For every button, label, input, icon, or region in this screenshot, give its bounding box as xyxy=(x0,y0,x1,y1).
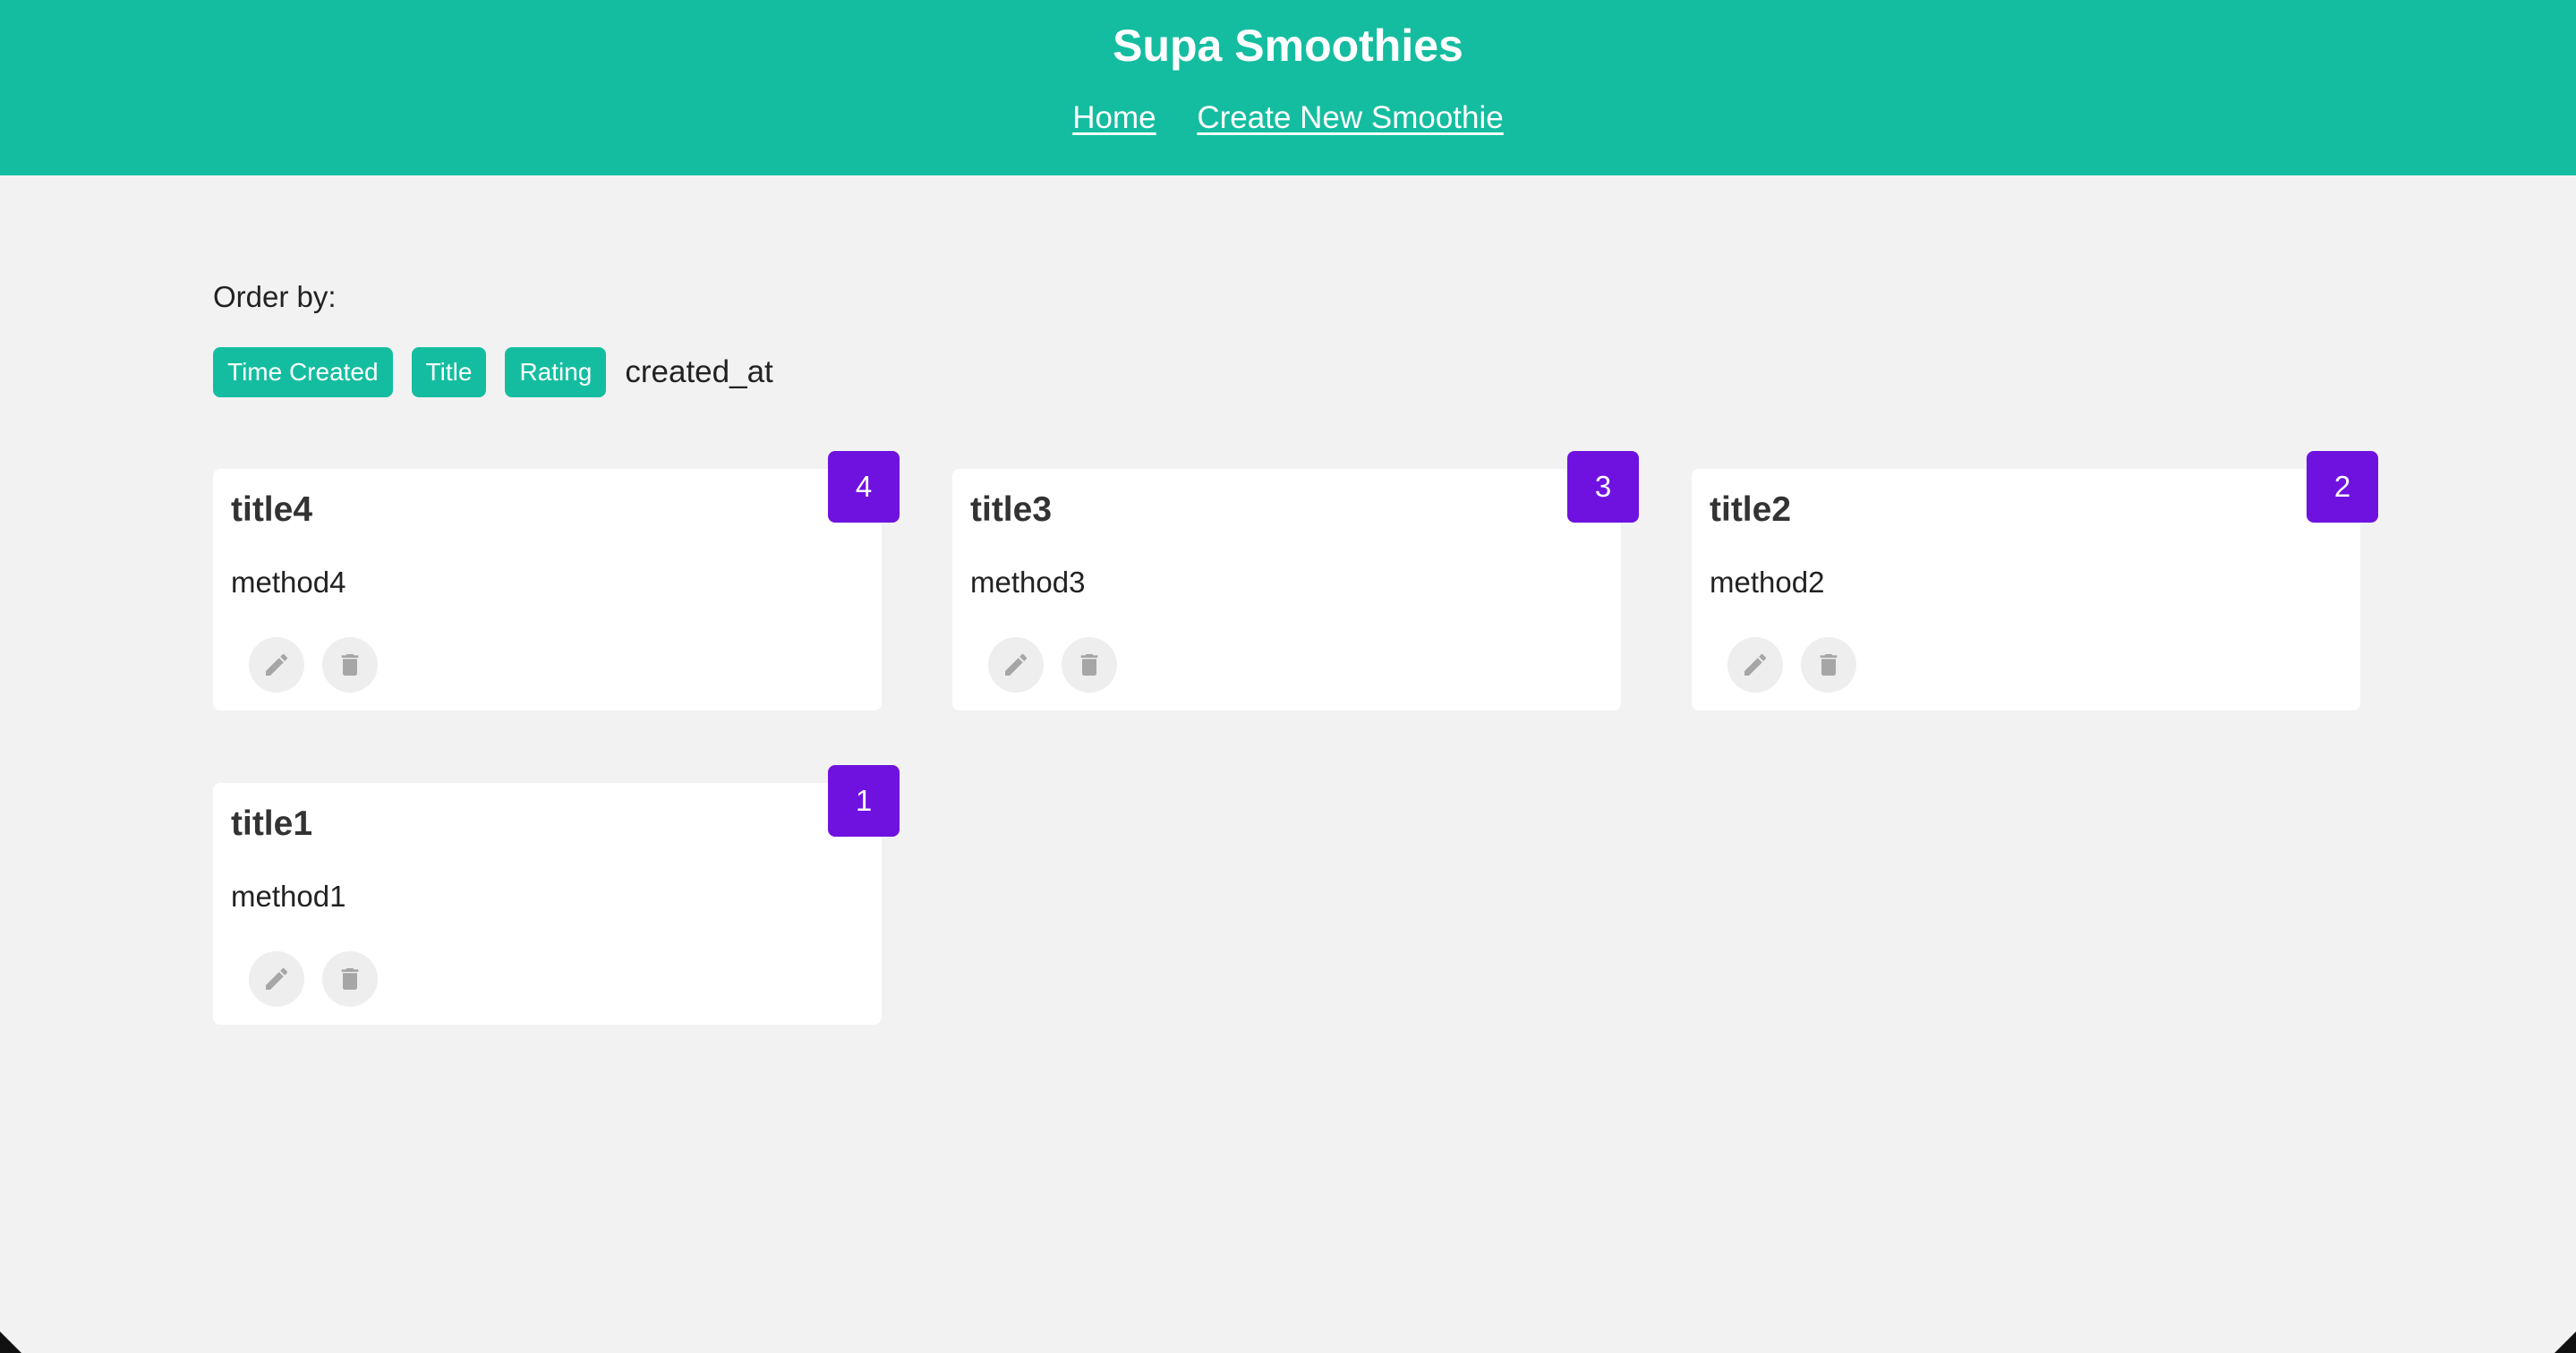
order-by-controls: Time Created Title Rating created_at xyxy=(213,347,773,397)
rating-badge: 4 xyxy=(828,451,900,523)
rating-badge: 3 xyxy=(1567,451,1639,523)
site-header: Supa Smoothies Home Create New Smoothie xyxy=(0,0,2576,175)
pencil-icon xyxy=(1744,653,1767,676)
pencil-icon xyxy=(266,967,288,990)
current-order-value: created_at xyxy=(625,354,773,389)
card-actions xyxy=(988,637,1135,693)
trash-icon xyxy=(1080,654,1098,676)
nav-link-create-smoothie[interactable]: Create New Smoothie xyxy=(1197,100,1503,135)
rating-badge: 1 xyxy=(828,765,900,837)
window-corner xyxy=(2555,1332,2576,1353)
nav-link-home[interactable]: Home xyxy=(1072,100,1156,135)
order-title-button[interactable]: Title xyxy=(411,347,487,397)
site-title: Supa Smoothies xyxy=(1113,21,1463,71)
card-actions xyxy=(1727,637,1874,693)
rating-badge: 2 xyxy=(2307,451,2378,523)
order-by-label: Order by: xyxy=(213,280,337,313)
card-actions xyxy=(249,637,396,693)
window-corner xyxy=(0,1332,21,1353)
edit-button[interactable] xyxy=(1727,637,1783,693)
edit-button[interactable] xyxy=(988,637,1044,693)
smoothie-card: title2 method2 2 xyxy=(1692,451,2378,711)
edit-button[interactable] xyxy=(249,951,304,1007)
delete-button[interactable] xyxy=(322,637,378,693)
trash-icon xyxy=(341,968,359,990)
smoothie-card: title1 method1 1 xyxy=(213,765,900,1025)
edit-button[interactable] xyxy=(249,637,304,693)
order-rating-button[interactable]: Rating xyxy=(505,347,607,397)
smoothie-card: title4 method4 4 xyxy=(213,451,900,711)
smoothie-method: method2 xyxy=(1710,566,1825,599)
smoothie-card: title3 method3 3 xyxy=(952,451,1639,711)
main-nav: Home Create New Smoothie xyxy=(0,97,2576,140)
trash-icon xyxy=(341,654,359,676)
card-actions xyxy=(249,951,396,1007)
smoothie-title: title3 xyxy=(970,490,1053,529)
pencil-icon xyxy=(266,653,288,676)
delete-button[interactable] xyxy=(1801,637,1856,693)
delete-button[interactable] xyxy=(1062,637,1117,693)
smoothie-method: method4 xyxy=(231,566,346,599)
smoothie-title: title2 xyxy=(1710,490,1792,529)
trash-icon xyxy=(1820,654,1838,676)
order-time-created-button[interactable]: Time Created xyxy=(213,347,393,397)
smoothie-method: method3 xyxy=(970,566,1086,599)
delete-button[interactable] xyxy=(322,951,378,1007)
smoothie-title: title4 xyxy=(231,490,313,529)
smoothie-method: method1 xyxy=(231,880,346,913)
pencil-icon xyxy=(1005,653,1028,676)
smoothie-title: title1 xyxy=(231,804,313,843)
